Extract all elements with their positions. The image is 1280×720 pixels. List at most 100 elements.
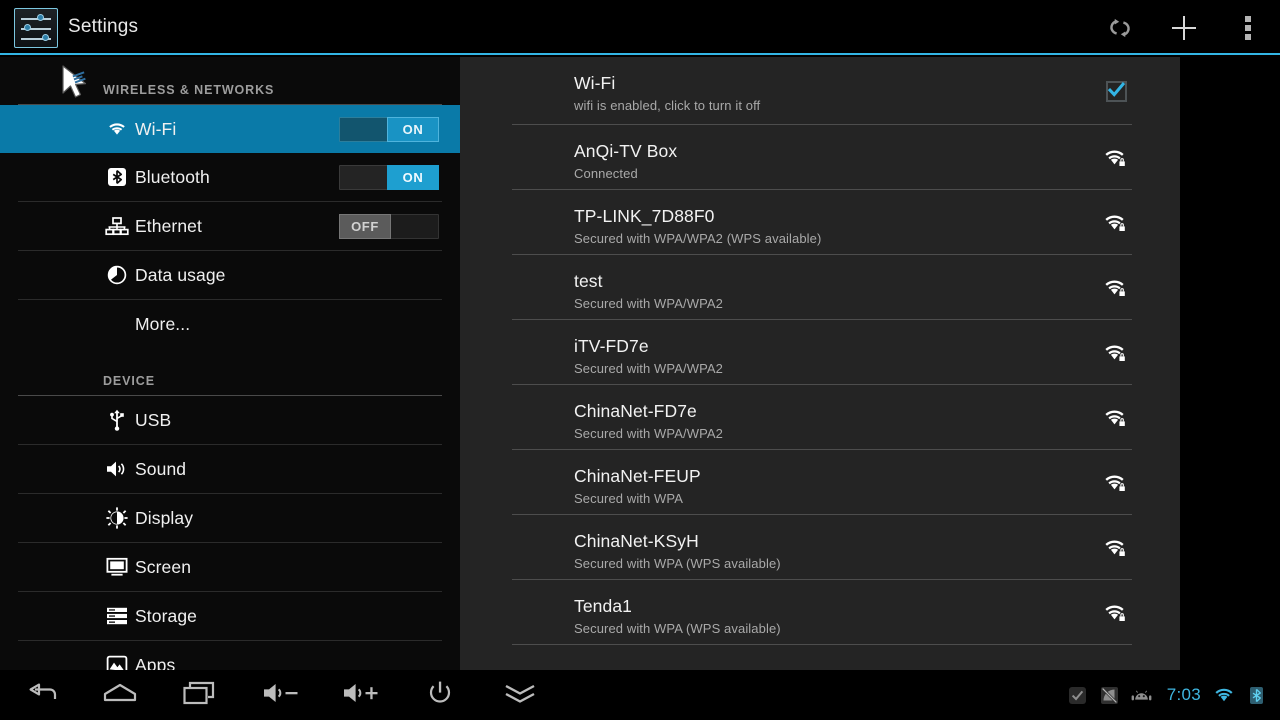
sidebar-item-more[interactable]: More... — [0, 300, 460, 348]
android-head-icon — [1131, 684, 1153, 706]
wifi-network-row[interactable]: AnQi-TV Box Connected — [460, 125, 1180, 190]
wifi-network-ssid: Tenda1 — [574, 596, 633, 616]
apps-icon — [104, 641, 130, 670]
home-button[interactable] — [81, 670, 159, 720]
sidebar-item-usb[interactable]: USB — [0, 396, 460, 444]
wifi-network-status: Secured with WPA/WPA2 — [574, 361, 723, 376]
divider — [512, 644, 1132, 645]
storage-icon — [104, 592, 130, 640]
wifi-network-list: AnQi-TV Box Connected TP-LINK_7D88F0 Secure… — [460, 125, 1180, 645]
sidebar-item-label: Screen — [135, 556, 192, 577]
bluetooth-icon — [104, 153, 130, 201]
sidebar-item-label: Ethernet — [135, 215, 202, 236]
ethernet-toggle-switch[interactable]: OFF — [339, 214, 439, 239]
wifi-network-status: Connected — [574, 166, 638, 181]
display-brightness-icon — [104, 494, 130, 542]
sidebar-item-wifi[interactable]: Wi-Fi ON — [0, 105, 460, 153]
sidebar-item-label: Wi-Fi — [135, 118, 177, 139]
wifi-network-row[interactable]: test Secured with WPA/WPA2 — [460, 255, 1180, 320]
ethernet-icon — [104, 202, 130, 250]
back-arrow-icon — [25, 681, 59, 710]
screen-monitor-icon — [104, 543, 130, 591]
sidebar-item-screen[interactable]: Screen — [0, 543, 460, 591]
wifi-lock-icon — [1096, 515, 1136, 580]
wifi-enable-checkbox[interactable] — [1096, 57, 1136, 125]
sidebar-item-label: Data usage — [135, 264, 226, 285]
wifi-network-row[interactable]: Tenda1 Secured with WPA (WPS available) — [460, 580, 1180, 645]
wifi-network-ssid: TP-LINK_7D88F0 — [574, 206, 715, 226]
wifi-network-status: Secured with WPA/WPA2 (WPS available) — [574, 231, 822, 246]
signal-slash-icon — [1099, 684, 1121, 706]
wifi-header-title: Wi-Fi — [574, 73, 616, 93]
hide-bar-button[interactable] — [481, 670, 559, 720]
toggle-thumb-label: OFF — [339, 214, 391, 239]
sidebar-item-data-usage[interactable]: Data usage — [0, 251, 460, 299]
sidebar-group-header-wireless: WIRELESS & NETWORKS — [103, 83, 275, 97]
settings-sliders-icon — [14, 8, 58, 48]
power-icon — [427, 680, 453, 711]
status-clock: 7:03 — [1166, 685, 1201, 704]
page-title: Settings — [68, 16, 139, 37]
wifi-network-row[interactable]: ChinaNet-FD7e Secured with WPA/WPA2 — [460, 385, 1180, 450]
wifi-network-panel: Wi-Fi wifi is enabled, click to turn it … — [460, 57, 1180, 670]
data-usage-icon — [104, 251, 130, 299]
volume-down-button[interactable] — [243, 670, 321, 720]
sidebar-item-label: USB — [135, 409, 172, 430]
sidebar-item-display[interactable]: Display — [0, 494, 460, 542]
scan-refresh-button[interactable] — [1089, 0, 1151, 55]
sidebar-item-label: More... — [135, 313, 191, 334]
chevron-double-down-icon — [503, 681, 537, 710]
wifi-network-ssid: ChinaNet-KSyH — [574, 531, 699, 551]
wifi-network-status: Secured with WPA/WPA2 — [574, 296, 723, 311]
wifi-network-ssid: ChinaNet-FD7e — [574, 401, 697, 421]
wifi-network-ssid: test — [574, 271, 603, 291]
sidebar-item-label: Storage — [135, 605, 197, 626]
back-button[interactable] — [3, 670, 81, 720]
wifi-network-row[interactable]: TP-LINK_7D88F0 Secured with WPA/WPA2 (WPS… — [460, 190, 1180, 255]
sidebar-item-bluetooth[interactable]: Bluetooth ON — [0, 153, 460, 201]
sound-icon — [104, 445, 130, 493]
bluetooth-toggle-switch[interactable]: ON — [339, 165, 439, 190]
action-bar: Settings — [0, 0, 1280, 55]
wifi-network-ssid: ChinaNet-FEUP — [574, 466, 701, 486]
wifi-lock-icon — [1096, 320, 1136, 385]
bluetooth-icon — [1245, 684, 1267, 706]
wifi-toggle-switch[interactable]: ON — [339, 117, 439, 142]
wifi-signal-icon — [1213, 684, 1235, 706]
wifi-lock-icon — [1096, 190, 1136, 255]
toggle-thumb-label: ON — [387, 117, 439, 142]
toggle-thumb-label: ON — [387, 165, 439, 190]
sidebar-item-apps[interactable]: Apps — [0, 641, 460, 670]
sidebar-group-header-device: DEVICE — [103, 374, 155, 388]
sidebar-item-label: Sound — [135, 458, 187, 479]
wifi-network-status: Secured with WPA — [574, 491, 684, 506]
system-navigation-bar: 7:03 — [0, 670, 1280, 720]
wifi-network-status: Secured with WPA (WPS available) — [574, 621, 781, 636]
status-tray: 7:03 — [1062, 670, 1272, 720]
wifi-network-row[interactable]: ChinaNet-FEUP Secured with WPA — [460, 450, 1180, 515]
sidebar-item-label: Display — [135, 507, 194, 528]
home-icon — [101, 681, 139, 710]
volume-up-button[interactable] — [323, 670, 401, 720]
wifi-lock-icon — [1096, 125, 1136, 190]
volume-up-icon — [341, 681, 383, 710]
wifi-lock-icon — [1096, 450, 1136, 515]
sidebar-item-storage[interactable]: Storage — [0, 592, 460, 640]
recents-button[interactable] — [161, 670, 239, 720]
sidebar-item-label: Bluetooth — [135, 166, 210, 187]
sidebar-item-sound[interactable]: Sound — [0, 445, 460, 493]
wifi-network-ssid: AnQi-TV Box — [574, 141, 678, 161]
sidebar-item-ethernet[interactable]: Ethernet OFF — [0, 202, 460, 250]
wifi-network-row[interactable]: ChinaNet-KSyH Secured with WPA (WPS avail… — [460, 515, 1180, 580]
wifi-network-row[interactable]: iTV-FD7e Secured with WPA/WPA2 — [460, 320, 1180, 385]
wifi-lock-icon — [1096, 580, 1136, 645]
sync-refresh-icon — [1089, 0, 1151, 55]
wifi-master-toggle-row[interactable]: Wi-Fi wifi is enabled, click to turn it … — [460, 57, 1180, 125]
wifi-network-status: Secured with WPA (WPS available) — [574, 556, 781, 571]
usb-icon — [104, 396, 130, 444]
wifi-network-status: Secured with WPA/WPA2 — [574, 426, 723, 441]
check-badge-icon — [1067, 684, 1089, 706]
power-button[interactable] — [401, 670, 479, 720]
add-network-button[interactable] — [1153, 0, 1215, 55]
overflow-menu-button[interactable] — [1217, 0, 1279, 55]
